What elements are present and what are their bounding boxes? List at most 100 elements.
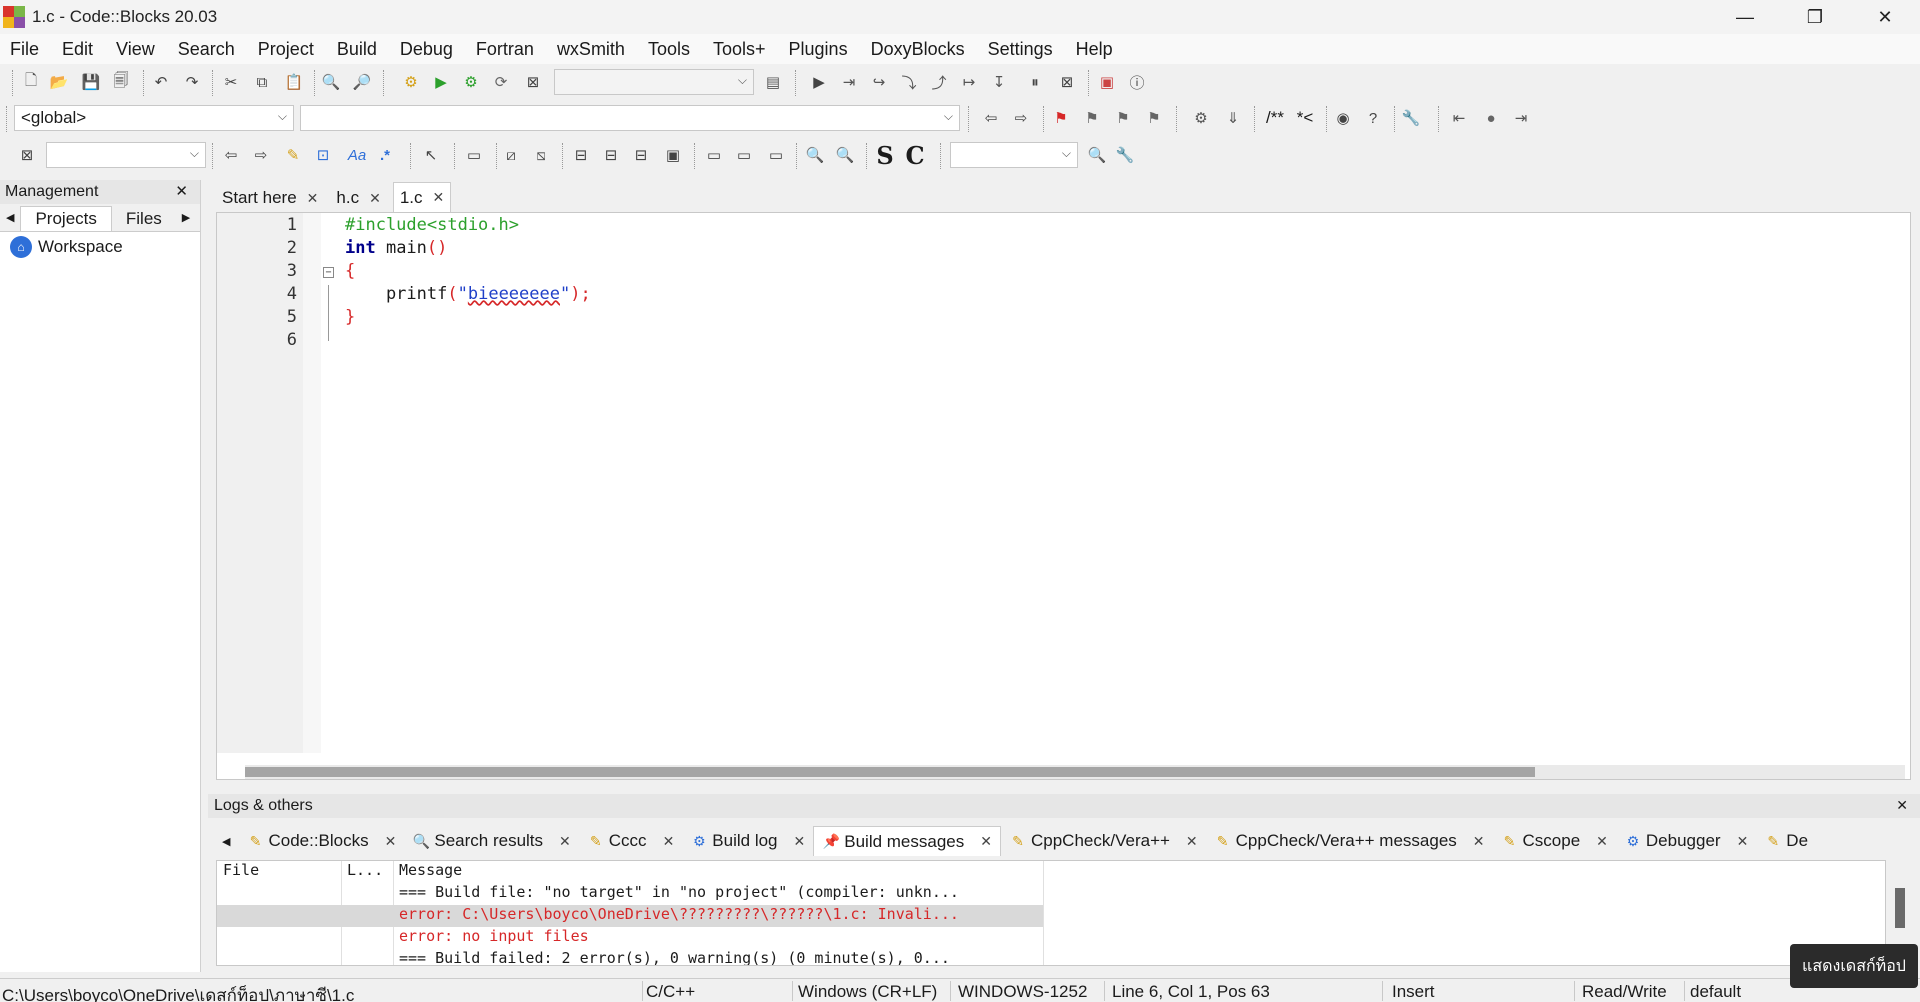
doxy-extract-icon[interactable]: ⇓ [1222, 107, 1244, 129]
debug-info-icon[interactable]: ⓘ [1126, 71, 1148, 93]
nassi-combo[interactable]: ⌵ [950, 142, 1078, 168]
step-into-icon[interactable]: ⤵ [898, 71, 920, 93]
menu-edit[interactable]: Edit [62, 39, 93, 60]
next-instruction-icon[interactable]: ↦ [958, 71, 980, 93]
column-message[interactable]: Message [399, 861, 462, 879]
code-editor[interactable]: 1 #include<stdio.h> 2 int main() 3 − { 4… [216, 212, 1911, 780]
tab-start-here[interactable]: Start here ✕ [216, 184, 324, 212]
match-case-button[interactable]: Aa [342, 144, 372, 166]
pause-icon[interactable]: ⏸ [1024, 71, 1046, 93]
menu-tools-plus[interactable]: Tools+ [713, 39, 766, 60]
if-block-icon[interactable]: ⧄ [500, 144, 522, 166]
close-window-button[interactable]: ✕ [1850, 0, 1920, 34]
table-row[interactable]: error: C:\Users\boyco\OneDrive\?????????… [217, 905, 1043, 927]
tab-cppcheck-messages[interactable]: ✎ CppCheck/Vera++ messages ✕ [1206, 826, 1493, 856]
search-next-icon[interactable]: ⇨ [250, 144, 272, 166]
scrollbar-thumb[interactable] [245, 767, 1535, 777]
tab-files[interactable]: Files [112, 207, 176, 231]
doxy-html-icon[interactable]: ◉ [1332, 107, 1354, 129]
column-file[interactable]: File [223, 861, 259, 879]
fold-toggle-icon[interactable]: − [323, 267, 334, 278]
do-while-icon[interactable]: ⊟ [600, 144, 622, 166]
close-tab-icon[interactable]: ✕ [1473, 833, 1485, 850]
tab-cscope[interactable]: ✎ Cscope ✕ [1493, 826, 1616, 856]
for-loop-icon[interactable]: ⊟ [630, 144, 652, 166]
table-row[interactable]: === Build failed: 2 error(s), 0 warning(… [217, 949, 1885, 965]
logs-close-icon[interactable]: ✕ [1896, 797, 1908, 814]
menu-help[interactable]: Help [1076, 39, 1113, 60]
toggle-bookmark-icon[interactable]: ⚑ [1050, 107, 1072, 129]
rebuild-icon[interactable]: ⟳ [490, 71, 512, 93]
line-comment-button[interactable]: *< [1292, 107, 1318, 129]
menu-settings[interactable]: Settings [988, 39, 1053, 60]
next-line-icon[interactable]: ↪ [868, 71, 890, 93]
clear-bookmarks-icon[interactable]: ⚑ [1143, 107, 1165, 129]
menu-debug[interactable]: Debug [400, 39, 453, 60]
build-options-icon[interactable]: ▤ [762, 71, 784, 93]
tab-codeblocks-log[interactable]: ✎ Code::Blocks ✕ [238, 826, 404, 856]
menu-search[interactable]: Search [178, 39, 235, 60]
build-target-combo[interactable]: ⌵ [554, 69, 754, 95]
scrollbar-thumb[interactable] [1895, 888, 1905, 928]
debug-run-icon[interactable]: ▶ [808, 71, 830, 93]
copy-icon[interactable]: ⧉ [251, 71, 273, 93]
close-tab-icon[interactable]: ✕ [369, 190, 381, 207]
abort-icon[interactable]: ⊠ [522, 71, 544, 93]
run-to-cursor-icon[interactable]: ⇥ [838, 71, 860, 93]
undo-icon[interactable]: ↶ [150, 71, 172, 93]
menu-plugins[interactable]: Plugins [789, 39, 848, 60]
prev-bookmark-icon[interactable]: ⚑ [1081, 107, 1103, 129]
clear-search-icon[interactable]: ⊠ [16, 144, 38, 166]
doxy-help-icon[interactable]: ? [1362, 107, 1384, 129]
tab-build-messages[interactable]: 📌 Build messages ✕ [813, 826, 1001, 856]
export-c-button[interactable]: C [904, 141, 926, 170]
table-row[interactable]: error: no input files [217, 927, 1885, 949]
jump-back-icon[interactable]: ⇦ [980, 107, 1002, 129]
jump-end-icon[interactable]: ⇥ [1510, 107, 1532, 129]
close-tab-icon[interactable]: ✕ [559, 833, 571, 850]
tab-projects[interactable]: Projects [20, 206, 112, 231]
tab-de[interactable]: ✎ De [1756, 826, 1816, 856]
paste-icon[interactable]: 📋 [283, 71, 305, 93]
stop-debug-icon[interactable]: ⊠ [1056, 71, 1078, 93]
search-go-icon[interactable]: 🔍 [1086, 144, 1108, 166]
menu-view[interactable]: View [116, 39, 155, 60]
tab-search-results[interactable]: 🔍 Search results ✕ [404, 826, 578, 856]
tab-cccc[interactable]: ✎ Cccc ✕ [579, 826, 683, 856]
management-close-icon[interactable]: ✕ [175, 182, 188, 200]
redo-icon[interactable]: ↷ [181, 71, 203, 93]
wrench-icon[interactable]: 🔧 [1400, 107, 1422, 129]
search-prev-icon[interactable]: ⇦ [220, 144, 242, 166]
tab-build-log[interactable]: ⚙ Build log ✕ [682, 826, 813, 856]
close-tab-icon[interactable]: ✕ [980, 833, 992, 850]
continue-icon[interactable]: ▭ [730, 144, 758, 166]
close-tab-icon[interactable]: ✕ [1596, 833, 1608, 850]
save-all-icon[interactable]: 🗐 [110, 71, 132, 93]
find-icon[interactable]: 🔍 [320, 71, 342, 93]
logs-scroll-left-icon[interactable]: ◀ [214, 835, 238, 848]
step-into-instruction-icon[interactable]: ↧ [988, 71, 1010, 93]
close-tab-icon[interactable]: ✕ [307, 190, 319, 207]
zoom-out-icon[interactable]: 🔍 [834, 144, 856, 166]
tab-cppcheck[interactable]: ✎ CppCheck/Vera++ ✕ [1001, 826, 1206, 856]
next-bookmark-icon[interactable]: ⚑ [1112, 107, 1134, 129]
tab-h-c[interactable]: h.c ✕ [330, 184, 386, 212]
symbol-combo[interactable]: ⌵ [300, 105, 960, 131]
while-loop-icon[interactable]: ⊟ [570, 144, 592, 166]
return-icon[interactable]: ▭ [762, 144, 790, 166]
incremental-search-input[interactable]: ⌵ [46, 142, 206, 168]
regex-button[interactable]: .* [374, 144, 396, 166]
column-line[interactable]: L... [347, 861, 383, 879]
break-icon[interactable]: ▭ [700, 144, 728, 166]
jump-start-icon[interactable]: ⇤ [1448, 107, 1470, 129]
build-run-icon[interactable]: ⚙ [460, 71, 482, 93]
menu-project[interactable]: Project [258, 39, 314, 60]
select-pointer-icon[interactable]: ↖ [420, 144, 442, 166]
close-tab-icon[interactable]: ✕ [1186, 833, 1198, 850]
highlight-icon[interactable]: ✎ [282, 144, 304, 166]
close-tab-icon[interactable]: ✕ [433, 189, 445, 206]
cut-icon[interactable]: ✂ [220, 71, 242, 93]
run-icon[interactable]: ▶ [430, 71, 452, 93]
close-tab-icon[interactable]: ✕ [1737, 833, 1749, 850]
minimize-button[interactable]: — [1710, 0, 1780, 34]
